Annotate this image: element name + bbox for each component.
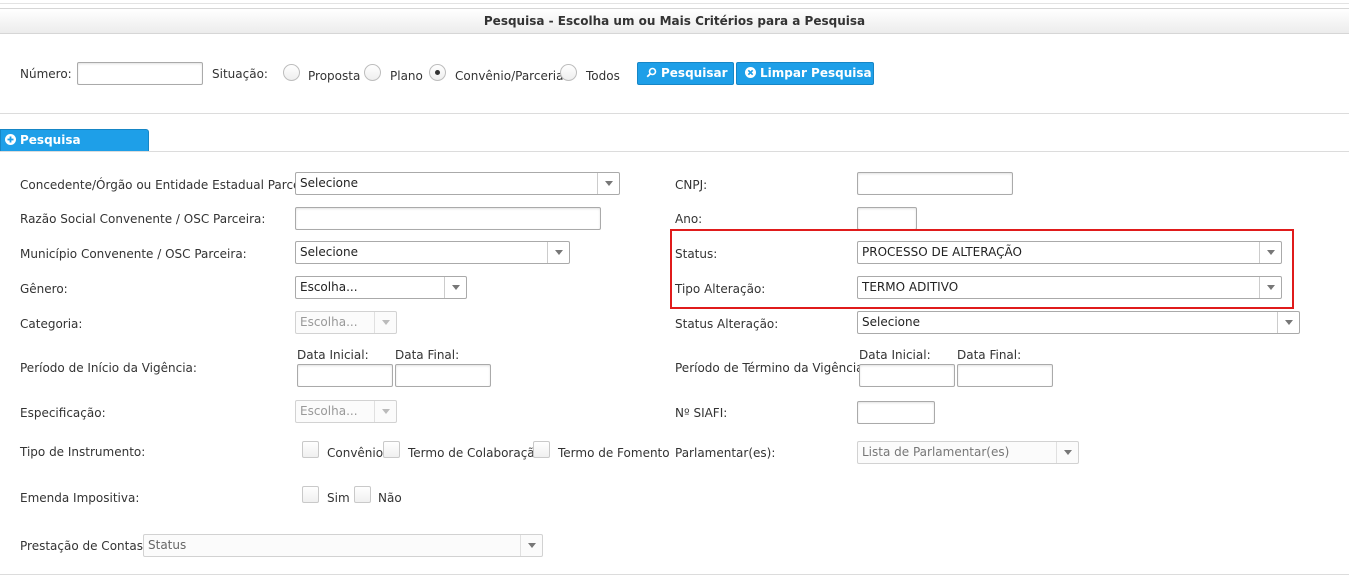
inicio-vigencia-label: Período de Início da Vigência: xyxy=(20,361,197,375)
status-alteracao-label: Status Alteração: xyxy=(675,317,779,331)
categoria-label: Categoria: xyxy=(20,317,83,331)
divider xyxy=(0,151,1349,152)
checkbox-termo-colaboracao-label: Termo de Colaboração xyxy=(408,446,543,460)
categoria-value: Escolha... xyxy=(300,315,358,329)
radio-convenio-parceria[interactable] xyxy=(429,64,446,81)
checkbox-sim[interactable] xyxy=(302,486,319,503)
chevron-down-icon xyxy=(444,277,466,298)
status-label: Status: xyxy=(675,247,718,261)
genero-value: Escolha... xyxy=(300,280,358,294)
tipo-alteracao-value: TERMO ADITIVO xyxy=(862,280,959,294)
parlamentar-select[interactable]: Lista de Parlamentar(es) xyxy=(857,441,1079,464)
siafi-label: Nº SIAFI: xyxy=(675,406,728,420)
concedente-select[interactable]: Selecione xyxy=(295,172,620,195)
numero-input[interactable] xyxy=(77,62,203,85)
tipo-instrumento-label: Tipo de Instrumento: xyxy=(20,445,146,459)
genero-select[interactable]: Escolha... xyxy=(295,276,467,299)
termino-data-final-input[interactable] xyxy=(957,364,1053,387)
status-value: PROCESSO DE ALTERAÇÃO xyxy=(862,245,1022,259)
situacao-label: Situação: xyxy=(212,67,268,81)
categoria-select[interactable]: Escolha... xyxy=(295,311,397,334)
razao-social-label: Razão Social Convenente / OSC Parceira: xyxy=(20,212,266,226)
chevron-down-icon xyxy=(547,242,569,263)
especificacao-select[interactable]: Escolha... xyxy=(295,400,397,423)
prestacao-contas-select[interactable]: Status xyxy=(143,534,543,557)
inicio-data-final-label: Data Final: xyxy=(395,348,460,362)
radio-plano[interactable] xyxy=(364,64,381,81)
divider xyxy=(0,113,1349,114)
razao-social-input[interactable] xyxy=(295,207,601,230)
advanced-search-toggle[interactable]: Pesquisa Avançada xyxy=(0,129,149,168)
radio-proposta[interactable] xyxy=(283,64,300,81)
ano-label: Ano: xyxy=(675,212,703,226)
checkbox-termo-colaboracao[interactable] xyxy=(383,441,400,458)
especificacao-value: Escolha... xyxy=(300,404,358,418)
tipo-alteracao-select[interactable]: TERMO ADITIVO xyxy=(857,276,1282,299)
prestacao-contas-value: Status xyxy=(148,538,187,552)
chevron-down-icon xyxy=(520,535,542,556)
parlamentar-label: Parlamentar(es): xyxy=(675,446,776,460)
chevron-down-icon xyxy=(1277,312,1299,333)
chevron-down-icon xyxy=(597,173,619,194)
especificacao-label: Especificação: xyxy=(20,406,106,420)
status-alteracao-value: Selecione xyxy=(862,315,920,329)
chevron-down-icon xyxy=(374,312,396,333)
checkbox-convenio[interactable] xyxy=(302,441,319,458)
status-alteracao-select[interactable]: Selecione xyxy=(857,311,1300,334)
genero-label: Gênero: xyxy=(20,282,68,296)
prestacao-contas-label: Prestação de Contas: xyxy=(20,539,147,553)
status-select[interactable]: PROCESSO DE ALTERAÇÃO xyxy=(857,241,1282,264)
municipio-value: Selecione xyxy=(300,245,358,259)
search-button[interactable]: Pesquisar xyxy=(637,62,734,85)
radio-convenio-parceria-label: Convênio/Parceria xyxy=(455,69,564,83)
chevron-down-icon xyxy=(374,401,396,422)
chevron-down-icon xyxy=(1259,277,1281,298)
search-button-label: Pesquisar xyxy=(661,66,728,80)
ano-input[interactable] xyxy=(857,207,917,230)
clear-search-button-label: Limpar Pesquisa xyxy=(760,66,872,80)
termino-vigencia-label: Período de Término da Vigência: xyxy=(675,361,868,375)
checkbox-termo-fomento[interactable] xyxy=(533,441,550,458)
clear-icon xyxy=(745,67,756,78)
chevron-down-icon xyxy=(1056,442,1078,463)
municipio-label: Município Convenente / OSC Parceira: xyxy=(20,247,247,261)
divider xyxy=(0,574,1349,575)
termino-data-inicial-label: Data Inicial: xyxy=(859,348,931,362)
search-icon xyxy=(646,67,657,78)
termino-data-final-label: Data Final: xyxy=(957,348,1022,362)
checkbox-termo-fomento-label: Termo de Fomento xyxy=(558,446,670,460)
top-divider xyxy=(0,3,1349,4)
radio-proposta-label: Proposta xyxy=(308,69,361,83)
cnpj-label: CNPJ: xyxy=(675,178,708,192)
checkbox-nao-label: Não xyxy=(378,491,402,505)
radio-plano-label: Plano xyxy=(390,69,423,83)
plus-icon xyxy=(5,134,16,145)
parlamentar-value: Lista de Parlamentar(es) xyxy=(862,445,1010,459)
radio-todos[interactable] xyxy=(560,64,577,81)
municipio-select[interactable]: Selecione xyxy=(295,241,570,264)
page-title: Pesquisa - Escolha um ou Mais Critérios … xyxy=(0,8,1349,34)
inicio-data-final-input[interactable] xyxy=(395,364,491,387)
checkbox-convenio-label: Convênio xyxy=(327,446,384,460)
cnpj-input[interactable] xyxy=(857,172,1013,195)
numero-label: Número: xyxy=(20,67,72,81)
clear-search-button[interactable]: Limpar Pesquisa xyxy=(736,62,874,85)
tipo-alteracao-label: Tipo Alteração: xyxy=(675,282,766,296)
termino-data-inicial-input[interactable] xyxy=(859,364,955,387)
concedente-value: Selecione xyxy=(300,176,358,190)
checkbox-sim-label: Sim xyxy=(327,491,350,505)
concedente-label: Concedente/Órgão ou Entidade Estadual Pa… xyxy=(20,178,320,192)
emenda-impositiva-label: Emenda Impositiva: xyxy=(20,491,140,505)
siafi-input[interactable] xyxy=(857,401,935,424)
chevron-down-icon xyxy=(1259,242,1281,263)
radio-todos-label: Todos xyxy=(586,69,620,83)
inicio-data-inicial-input[interactable] xyxy=(297,364,393,387)
inicio-data-inicial-label: Data Inicial: xyxy=(297,348,369,362)
checkbox-nao[interactable] xyxy=(354,486,371,503)
